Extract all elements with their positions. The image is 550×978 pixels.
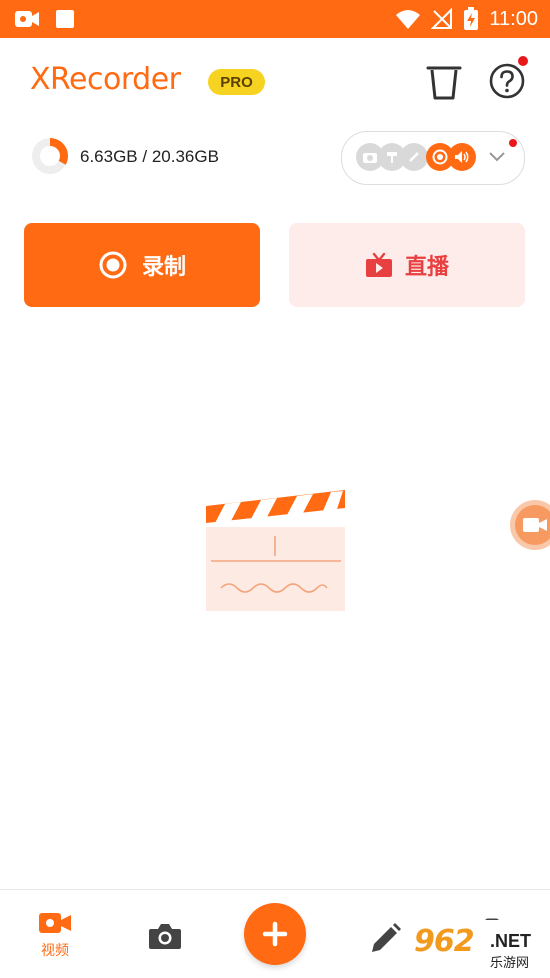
plus-icon	[262, 921, 288, 947]
pen-icon	[400, 143, 428, 171]
trash-icon	[426, 66, 462, 100]
video-notification-icon	[15, 11, 39, 27]
record-button[interactable]: 录制	[24, 223, 260, 307]
storage-total: 20.36GB	[151, 147, 219, 166]
add-button[interactable]	[244, 903, 306, 965]
record-icon	[99, 251, 127, 279]
watermark-962-net: 962 .NET 乐游网	[410, 920, 550, 977]
watermark-domain: .NET	[490, 931, 532, 951]
camera-icon	[149, 924, 181, 949]
help-button[interactable]	[488, 62, 526, 100]
storage-text: 6.63GB / 20.36GB	[80, 147, 219, 167]
video-camera-icon	[523, 518, 547, 532]
storage-separator: /	[137, 147, 152, 166]
battery-charging-icon	[464, 7, 479, 30]
video-icon	[39, 913, 71, 933]
help-icon	[489, 63, 525, 99]
record-label: 录制	[141, 255, 186, 280]
help-notification-dot	[518, 56, 528, 66]
live-label: 直播	[404, 255, 449, 280]
wifi-icon	[396, 10, 421, 29]
no-signal-icon	[431, 8, 453, 29]
live-button[interactable]: 直播	[289, 223, 525, 307]
nav-edit[interactable]	[368, 922, 402, 956]
edit-icon	[372, 923, 401, 952]
square-notification-icon	[56, 10, 74, 28]
volume-icon	[448, 143, 476, 171]
tools-notification-dot	[509, 139, 517, 147]
storage-used: 6.63GB	[80, 147, 138, 166]
nav-video[interactable]: 视频	[34, 910, 76, 960]
floating-record-bubble[interactable]	[510, 500, 550, 550]
nav-screenshot[interactable]	[148, 922, 182, 950]
pro-badge[interactable]: PRO	[208, 69, 265, 95]
chevron-down-icon	[489, 152, 505, 162]
nav-video-label: 视频	[41, 943, 69, 959]
status-time: 11:00	[489, 7, 538, 30]
storage-ring-icon	[32, 138, 68, 174]
watermark-number: 962	[414, 924, 475, 959]
trash-button[interactable]	[424, 60, 464, 102]
status-bar: 11:00	[0, 0, 550, 38]
empty-clapperboard-illustration	[206, 490, 345, 611]
watermark-sub: 乐游网	[490, 956, 530, 971]
app-logo: XRecorder	[30, 62, 181, 97]
tv-live-icon	[365, 252, 392, 277]
tools-toggle[interactable]	[341, 131, 525, 185]
